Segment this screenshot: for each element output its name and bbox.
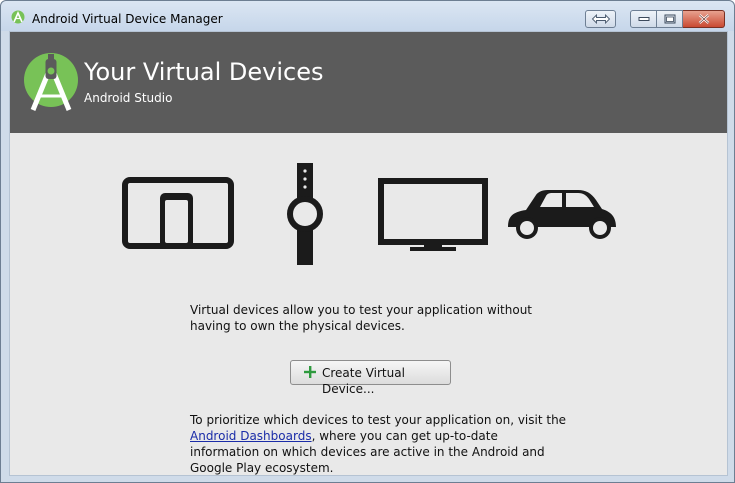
content-area: Your Virtual Devices Android Studio Virt… <box>9 31 728 476</box>
page-title: Your Virtual Devices <box>84 58 324 86</box>
android-studio-logo <box>24 53 78 111</box>
header-banner: Your Virtual Devices Android Studio <box>10 32 727 133</box>
create-virtual-device-button[interactable]: Create Virtual Device... <box>290 360 451 396</box>
double-arrow-icon <box>591 14 610 24</box>
hint-text-start: To prioritize which devices to test your… <box>190 413 567 427</box>
maximize-icon <box>664 14 675 24</box>
maximize-button[interactable] <box>657 10 683 28</box>
window-title: Android Virtual Device Manager <box>32 12 223 26</box>
close-icon <box>698 14 709 24</box>
switch-window-button[interactable] <box>585 10 616 28</box>
tablet-phone-icon <box>122 177 234 249</box>
car-icon <box>508 190 616 239</box>
description-text: Virtual devices allow you to test your a… <box>190 303 532 333</box>
android-studio-icon <box>11 10 25 24</box>
minimize-icon <box>638 17 649 21</box>
minimize-button[interactable] <box>630 10 657 28</box>
close-button[interactable] <box>683 10 725 28</box>
page-subtitle: Android Studio <box>84 91 173 105</box>
watch-icon <box>287 163 323 265</box>
android-dashboards-link[interactable]: Android Dashboards <box>190 429 312 443</box>
tv-icon <box>378 178 488 251</box>
create-button-label: Create Virtual Device... <box>322 366 405 396</box>
title-bar[interactable]: Android Virtual Device Manager <box>1 1 734 31</box>
app-window: Android Virtual Device Manager Your Virt… <box>0 0 735 483</box>
plus-icon <box>304 366 316 378</box>
dashboard-hint-text: To prioritize which devices to test your… <box>190 412 570 476</box>
